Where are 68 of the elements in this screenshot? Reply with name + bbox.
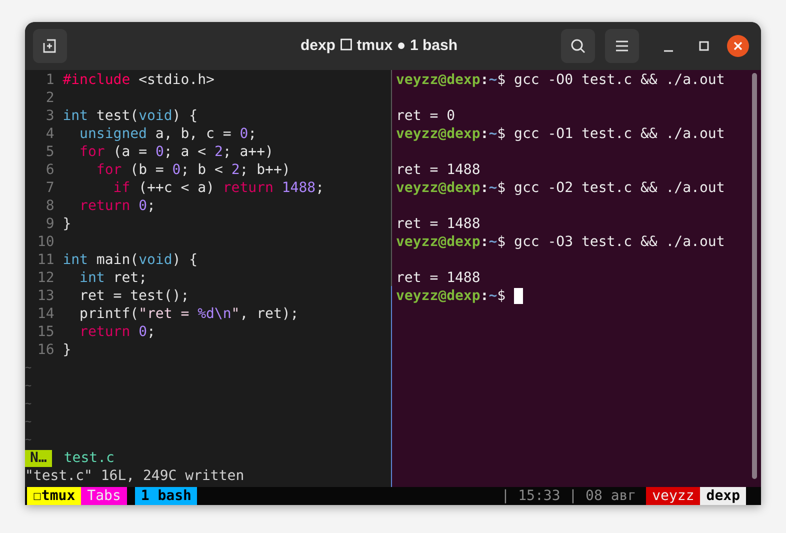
prompt: veyzz@dexp:~$ [396, 71, 506, 89]
new-tab-icon [42, 38, 58, 54]
code-line: int ret; [78, 269, 148, 287]
line-number: 10 [36, 233, 54, 251]
code-line: int main(void) { [62, 251, 198, 269]
menu-icon [615, 40, 629, 52]
line-number: 5 [44, 143, 54, 161]
line-number: 4 [44, 125, 54, 143]
line-number: 9 [44, 215, 54, 233]
clock-text: | 15:33 | 08 авг [501, 487, 636, 505]
line-number: 3 [44, 107, 54, 125]
code-line: printf("ret = %d\n", ret); [78, 305, 299, 323]
command-text: gcc -O1 test.c && ./a.out [514, 125, 725, 143]
empty-line-marker: ~ [25, 432, 32, 448]
code-line: return 0; [78, 323, 156, 341]
code-line: int test(void) { [62, 107, 198, 125]
session-label: dexp [700, 487, 746, 505]
output-text: ret = 0 [396, 107, 456, 125]
line-number: 7 [44, 179, 54, 197]
code-line: unsigned a, b, c = 0; [78, 125, 257, 143]
search-icon [570, 38, 586, 54]
line-number: 13 [36, 287, 54, 305]
search-button[interactable] [561, 29, 595, 63]
prompt: veyzz@dexp:~$ [396, 233, 506, 251]
line-number: 1 [44, 71, 54, 89]
code-line: } [62, 215, 72, 233]
code-line: #include <stdio.h> [62, 71, 214, 89]
code-line: } [62, 341, 72, 359]
empty-line-marker: ~ [25, 360, 32, 376]
window-tab[interactable]: 1 bash [134, 487, 198, 505]
window-title: dexp ☐ tmux ● 1 bash [299, 36, 459, 56]
mode-indicator: N… [25, 450, 52, 466]
line-number: 6 [44, 161, 54, 179]
close-button[interactable] [727, 35, 749, 57]
empty-line-marker: ~ [25, 378, 32, 394]
code-line: for (b = 0; b < 2; b++) [95, 161, 290, 179]
code-line: for (a = 0; a < 2; a++) [78, 143, 274, 161]
minimize-icon [664, 50, 672, 52]
prompt: veyzz@dexp:~$ [396, 287, 506, 305]
line-number: 12 [36, 269, 54, 287]
prompt: veyzz@dexp:~$ [396, 179, 506, 197]
code-line: return 0; [78, 197, 156, 215]
line-number: 16 [36, 341, 54, 359]
code-line: ret = test(); [78, 287, 190, 305]
empty-line-marker: ~ [25, 396, 32, 412]
maximize-icon [699, 41, 709, 51]
output-text: ret = 1488 [396, 269, 480, 287]
close-icon [733, 41, 743, 51]
line-number: 14 [36, 305, 54, 323]
code-line: if (++c < a) return 1488; [112, 179, 324, 197]
file-name: test.c [64, 449, 114, 467]
status-message: "test.c" 16L, 249C written [25, 467, 244, 485]
session-label: veyzz [646, 487, 700, 505]
line-number: 15 [36, 323, 54, 341]
command-text: gcc -O0 test.c && ./a.out [514, 71, 725, 89]
output-text: ret = 1488 [396, 215, 480, 233]
line-number: 11 [36, 251, 54, 269]
line-number: 8 [44, 197, 54, 215]
menu-button[interactable] [605, 29, 639, 63]
new-tab-button[interactable] [33, 29, 67, 63]
command-text: gcc -O3 test.c && ./a.out [514, 233, 725, 251]
prompt: veyzz@dexp:~$ [396, 125, 506, 143]
scrollbar[interactable] [752, 73, 757, 479]
command-text: gcc -O2 test.c && ./a.out [514, 179, 725, 197]
line-number: 2 [44, 89, 54, 107]
empty-line-marker: ~ [25, 414, 32, 430]
window-tab[interactable]: ☐tmux [27, 487, 82, 505]
output-text: ret = 1488 [396, 161, 480, 179]
